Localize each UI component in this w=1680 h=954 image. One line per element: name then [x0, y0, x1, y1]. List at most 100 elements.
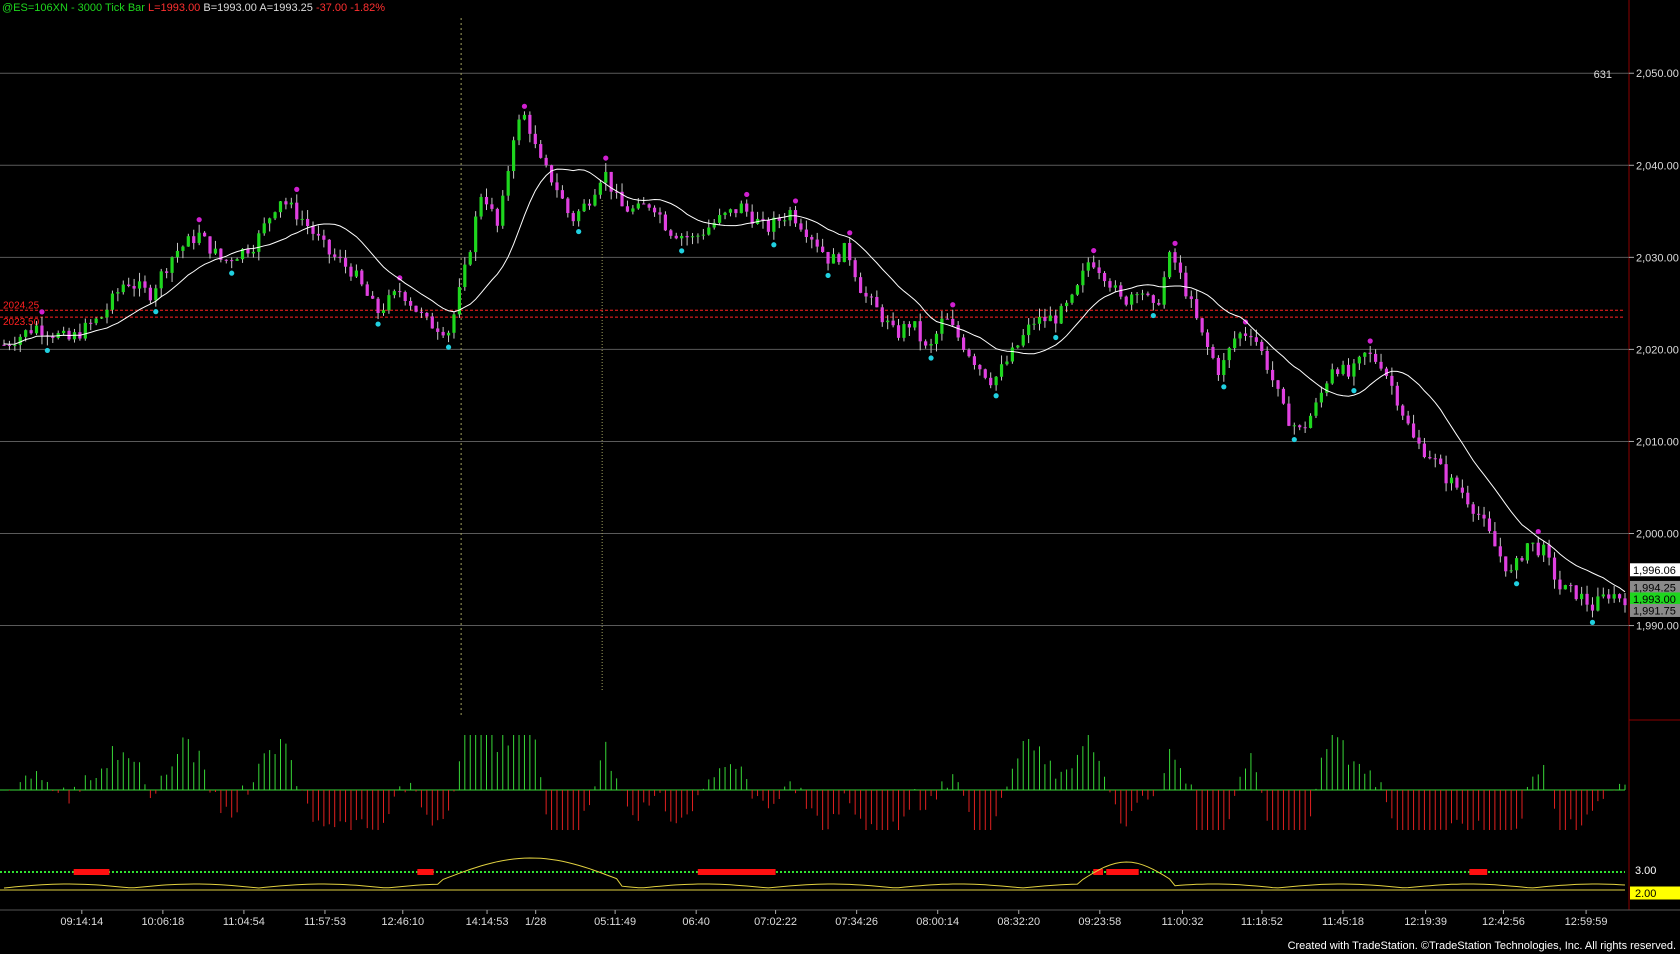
candle-body [783, 220, 787, 222]
candle-body [1352, 363, 1356, 377]
candle-body [51, 336, 55, 338]
candle-body [826, 252, 830, 264]
candle-body [116, 292, 120, 294]
candle-body [1048, 315, 1052, 322]
x-tick-label: 12:59:59 [1565, 916, 1608, 928]
candle-body [1319, 392, 1324, 403]
signal-segment [417, 869, 434, 875]
candle-body [1010, 347, 1014, 362]
swing-low-dot [1221, 384, 1227, 390]
candle-body [1027, 324, 1031, 336]
candle-body [1151, 295, 1155, 303]
candle-body [268, 218, 272, 224]
candle-body [1162, 277, 1166, 305]
candle-body [311, 226, 315, 234]
swing-low-dot [1513, 581, 1520, 587]
candle-body [858, 277, 863, 293]
candle-body [869, 296, 874, 298]
x-tick-label: 09:23:58 [1078, 916, 1121, 928]
candle-body [1395, 385, 1399, 406]
candle-body [506, 171, 510, 196]
candle-body [305, 218, 310, 227]
candle-body [891, 320, 895, 326]
candle-body [1135, 294, 1139, 296]
candle-body [842, 243, 846, 263]
swing-high-dot [39, 309, 45, 315]
candle-body [989, 377, 993, 386]
candle-body [1260, 341, 1264, 351]
candle-body [1059, 306, 1063, 324]
signal-segment [73, 869, 110, 875]
candle-body [1189, 296, 1193, 300]
candle-body [354, 270, 358, 277]
moving-average-line [3, 168, 1626, 593]
indicator-tag-label: 2.00 [1635, 888, 1656, 900]
x-tick-label: 12:46:10 [381, 916, 424, 928]
candle-body [1108, 281, 1112, 288]
candle-body [154, 288, 158, 301]
candle-body [1525, 543, 1530, 561]
candle-body [1569, 585, 1573, 587]
candle-body [463, 264, 467, 288]
swing-low-dot [771, 242, 777, 248]
x-tick-label: 11:18:52 [1241, 916, 1283, 928]
candle-body [739, 203, 743, 214]
candle-body [1043, 316, 1047, 322]
candle-body [804, 229, 808, 238]
swing-low-dot [1150, 312, 1156, 319]
candle-body [647, 204, 651, 208]
candle-body [1379, 361, 1383, 369]
candle-body [680, 235, 684, 239]
candle-body [257, 233, 261, 252]
candle-body [34, 325, 39, 334]
x-tick-label: 12:42:56 [1482, 916, 1525, 928]
swing-high-dot [950, 302, 956, 308]
y-tick-label: 1,990.00 [1636, 621, 1679, 633]
price-chart[interactable]: 1,990.00 2,000.00 2,010.00 2,020.00 2,030.00… [0, 0, 1680, 954]
candle-body [810, 237, 814, 240]
candle-body [495, 208, 499, 226]
candle-body [880, 307, 884, 323]
candle-body [213, 248, 218, 254]
candle-body [7, 344, 12, 346]
candle-body [1298, 425, 1302, 428]
candle-body [1417, 437, 1421, 444]
candle-body [1493, 531, 1497, 547]
candle-body [674, 235, 678, 239]
candle-body [1233, 338, 1237, 349]
candle-body [831, 254, 836, 264]
candle-body [582, 203, 586, 212]
candle-body [961, 337, 966, 350]
x-tick-label: 11:45:18 [1322, 916, 1364, 928]
candle-body [175, 250, 180, 258]
volume-label: 631 [1594, 69, 1612, 81]
swing-low-dot [679, 248, 685, 254]
swing-high-dot [603, 155, 609, 161]
candle-body [1514, 558, 1519, 571]
candle-body [1303, 427, 1307, 429]
candle-body [1146, 293, 1150, 296]
candle-body [972, 356, 977, 366]
candle-body [1558, 579, 1562, 590]
candle-body [99, 317, 104, 319]
candle-body [1471, 504, 1475, 514]
candle-body [636, 203, 640, 209]
candle-body [1612, 594, 1616, 599]
y-tick-label: 2,000.00 [1636, 529, 1679, 541]
x-tick-label: 12:19:39 [1404, 916, 1447, 928]
swing-low-dot [993, 393, 999, 399]
candle-body [1482, 514, 1486, 519]
candle-body [441, 331, 445, 336]
candle-body [197, 232, 201, 244]
candle-body [945, 318, 949, 320]
candle-body [1130, 294, 1134, 305]
signal-segment [697, 869, 776, 875]
candle-body [1173, 252, 1177, 263]
x-tick-label: 07:02:22 [754, 916, 797, 928]
copyright-footer: Created with TradeStation. ©TradeStation… [1287, 940, 1676, 952]
candle-body [1601, 594, 1605, 597]
candle-body [360, 270, 364, 285]
candle-body [159, 271, 163, 289]
candle-body [571, 213, 575, 222]
candle-body [94, 318, 98, 324]
